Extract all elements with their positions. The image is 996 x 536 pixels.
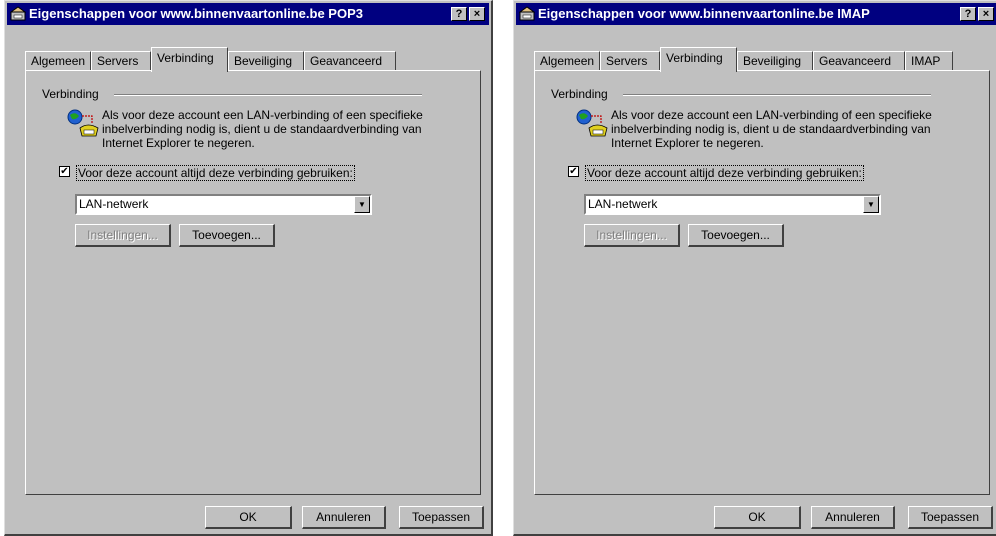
group-divider [114,94,422,96]
annuleren-button[interactable]: Annuleren [811,506,895,529]
connection-select[interactable]: LAN-netwerk ▼ [75,194,372,215]
connection-select[interactable]: LAN-netwerk ▼ [584,194,881,215]
toevoegen-button[interactable]: Toevoegen... [688,224,784,247]
tab-algemeen[interactable]: Algemeen [534,51,600,71]
tab-imap[interactable]: IMAP [905,51,953,71]
connection-select-value: LAN-netwerk [588,197,658,211]
connection-info-text: Als voor deze account een LAN-verbinding… [102,108,423,150]
always-use-connection-checkbox[interactable]: ✔ [59,166,70,177]
group-divider [623,94,931,96]
always-use-connection-checkbox[interactable]: ✔ [568,166,579,177]
tab-geavanceerd[interactable]: Geavanceerd [813,51,905,71]
ok-button[interactable]: OK [205,506,292,529]
properties-dialog-pop3: Eigenschappen voor www.binnenvaartonline… [4,0,493,536]
tab-geavanceerd[interactable]: Geavanceerd [304,51,396,71]
dialog-title: Eigenschappen voor www.binnenvaartonline… [29,6,363,21]
account-properties-icon [10,6,26,21]
network-connection-icon [576,109,608,137]
ok-button[interactable]: OK [714,506,801,529]
always-use-connection-label[interactable]: Voor deze account altijd deze verbinding… [585,165,864,181]
tab-panel-verbinding: Verbinding Als voor deze account een LAN… [25,70,481,495]
tab-algemeen[interactable]: Algemeen [25,51,91,71]
instellingen-button[interactable]: Instellingen... [75,224,171,247]
network-connection-icon [67,109,99,137]
dropdown-arrow-icon[interactable]: ▼ [863,196,879,213]
title-bar[interactable]: Eigenschappen voor www.binnenvaartonline… [7,3,489,25]
toevoegen-button[interactable]: Toevoegen... [179,224,275,247]
tab-beveiliging[interactable]: Beveiliging [228,51,304,71]
dropdown-arrow-icon[interactable]: ▼ [354,196,370,213]
account-properties-icon [519,6,535,21]
group-label: Verbinding [42,87,99,101]
properties-dialog-imap: Eigenschappen voor www.binnenvaartonline… [513,0,996,536]
tab-verbinding[interactable]: Verbinding [660,47,737,72]
help-button[interactable]: ? [960,7,976,21]
tab-servers[interactable]: Servers [91,51,151,71]
tab-verbinding[interactable]: Verbinding [151,47,228,72]
close-button[interactable]: × [469,7,485,21]
title-bar[interactable]: Eigenschappen voor www.binnenvaartonline… [516,3,996,25]
dialog-title: Eigenschappen voor www.binnenvaartonline… [538,6,870,21]
instellingen-button[interactable]: Instellingen... [584,224,680,247]
toepassen-button[interactable]: Toepassen [908,506,993,529]
group-label: Verbinding [551,87,608,101]
always-use-connection-label[interactable]: Voor deze account altijd deze verbinding… [76,165,355,181]
annuleren-button[interactable]: Annuleren [302,506,386,529]
connection-info-text: Als voor deze account een LAN-verbinding… [611,108,932,150]
tab-servers[interactable]: Servers [600,51,660,71]
help-button[interactable]: ? [451,7,467,21]
connection-select-value: LAN-netwerk [79,197,149,211]
tab-panel-verbinding: Verbinding Als voor deze account een LAN… [534,70,990,495]
toepassen-button[interactable]: Toepassen [399,506,484,529]
tab-beveiliging[interactable]: Beveiliging [737,51,813,71]
close-button[interactable]: × [978,7,994,21]
